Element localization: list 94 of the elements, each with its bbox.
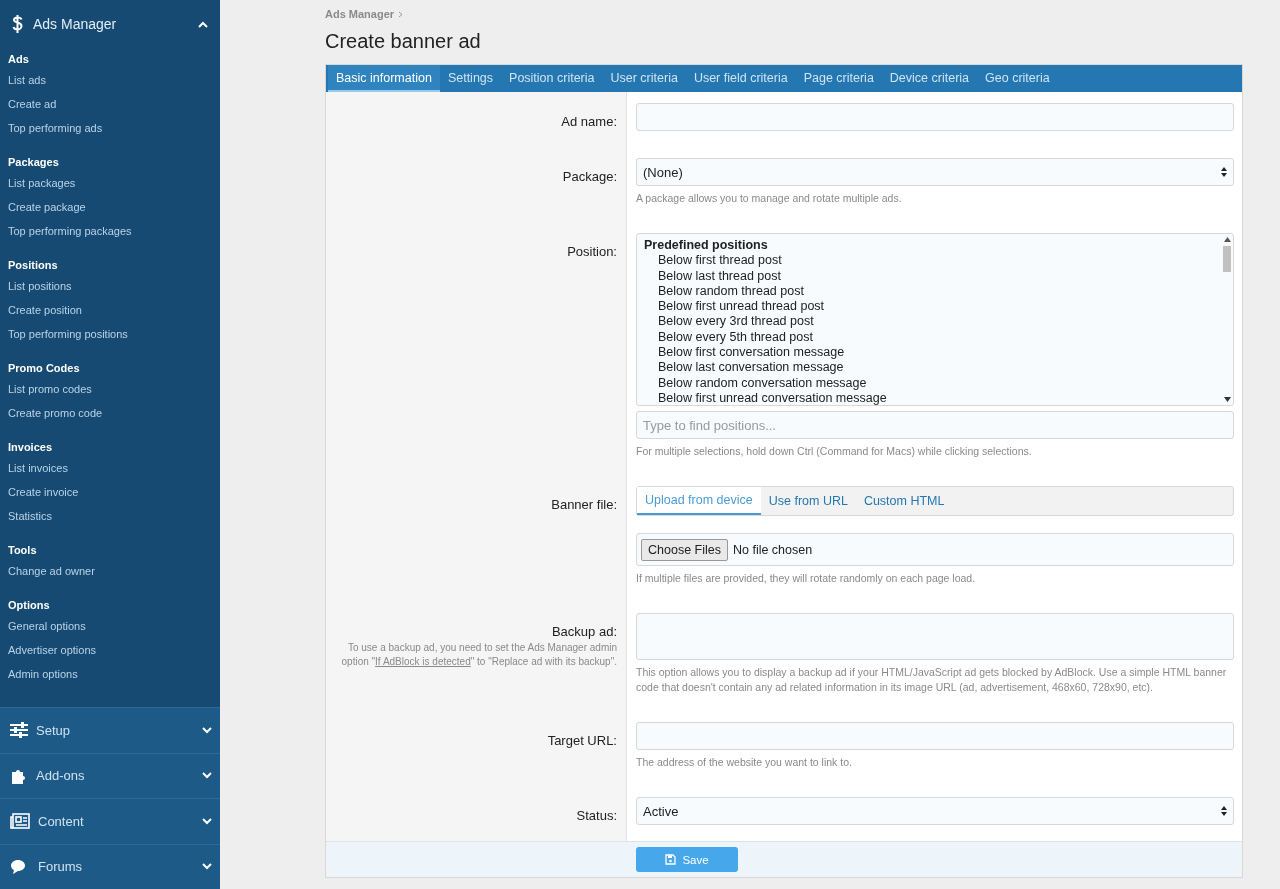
field-label: Banner file: xyxy=(550,497,617,512)
chevron-icon xyxy=(202,817,212,825)
listbox-option[interactable]: Below random conversation message xyxy=(644,375,1214,391)
listbox-option[interactable]: Below every 5th thread post xyxy=(644,329,1214,346)
sidebar-group-title: Tools xyxy=(7,543,38,558)
field-label: Ad name: xyxy=(560,114,617,129)
page-title: Create banner ad xyxy=(325,30,482,54)
listbox-option[interactable]: Below last conversation message xyxy=(644,360,1214,376)
field-label: Package: xyxy=(561,169,617,184)
scroll-up-icon[interactable] xyxy=(1223,237,1231,242)
tab[interactable]: Page criteria xyxy=(795,65,882,92)
listbox-option[interactable]: Below first unread thread post xyxy=(644,299,1214,315)
tab[interactable]: User criteria xyxy=(602,65,686,92)
newspaper-icon xyxy=(10,813,30,830)
sidebar-group-title: Positions xyxy=(7,258,59,273)
choose-files-button[interactable]: Choose Files xyxy=(641,538,728,561)
listbox-option[interactable]: Below last thread post xyxy=(644,268,1214,284)
sidebar-item[interactable]: Change ad owner xyxy=(0,560,220,584)
sidebar-item[interactable]: List packages xyxy=(0,172,220,196)
textarea-field[interactable] xyxy=(636,613,1234,660)
tab[interactable]: Geo criteria xyxy=(977,65,1058,92)
sidebar-item[interactable]: Create ad xyxy=(0,93,220,117)
text-field[interactable] xyxy=(636,722,1234,750)
field-hint: For multiple selections, hold down Ctrl (Command for Macs) while clicking selections. xyxy=(636,444,1033,459)
listbox-option[interactable]: Below random thread post xyxy=(644,283,1214,300)
field-hint: The address of the website you want to link to. xyxy=(636,755,853,770)
chevron-right-icon xyxy=(398,11,404,18)
sidebar-header[interactable]: Ads Manager xyxy=(0,0,220,48)
file-status: No file chosen xyxy=(732,542,813,557)
chevron-icon xyxy=(202,772,212,780)
tab[interactable]: Position criteria xyxy=(501,65,603,92)
sidebar-section[interactable]: Content xyxy=(0,798,220,844)
sidebar-item[interactable]: Create position xyxy=(0,299,220,323)
sidebar-group-title: Invoices xyxy=(7,440,54,455)
file-field[interactable]: Choose Files No file chosen xyxy=(636,533,1234,566)
select-field[interactable]: Active xyxy=(636,797,1234,825)
sidebar-group-title: Options xyxy=(7,598,51,613)
field-label: Target URL: xyxy=(546,733,617,748)
sidebar-group-title: Ads xyxy=(7,52,30,67)
sidebar-item[interactable]: Create package xyxy=(0,196,220,220)
puzzle-icon xyxy=(10,767,28,784)
text-field[interactable] xyxy=(636,103,1234,131)
sidebar-item[interactable]: Top performing packages xyxy=(0,220,220,244)
select-field[interactable]: (None) xyxy=(636,158,1234,186)
source-tab[interactable]: Use from URL xyxy=(760,487,856,515)
sidebar-item[interactable]: Admin options xyxy=(0,663,220,687)
sidebar-section[interactable]: Setup xyxy=(0,707,220,753)
sidebar-group-title: Promo Codes xyxy=(7,361,81,376)
chevron-icon xyxy=(202,726,212,734)
sidebar-item[interactable]: List ads xyxy=(0,69,220,93)
field-hint: If multiple files are provided, they will rotate randomly on each page load. xyxy=(636,571,977,586)
sliders-icon xyxy=(10,722,28,739)
source-tab[interactable]: Custom HTML xyxy=(855,487,953,515)
sidebar-item[interactable]: Top performing ads xyxy=(0,117,220,141)
field-label: Position: xyxy=(566,244,617,259)
source-tab[interactable]: Upload from device xyxy=(637,487,761,515)
field-hint: This option allows you to display a backup ad if your HTML/JavaScript ad gets blocked by AdBlock. Use a simple HTML banner code that doesn't contain any ad related information in its image URL (ad, advertisement, 468x60, 728x90, etc). xyxy=(636,665,1228,695)
listbox-option[interactable]: Below every 3rd thread post xyxy=(644,314,1214,330)
listbox-option[interactable]: Below first unread conversation message xyxy=(644,390,1214,405)
sidebar-section[interactable]: Add-ons xyxy=(0,752,220,798)
sort-arrows-icon xyxy=(1221,806,1227,816)
sidebar-item[interactable]: List promo codes xyxy=(0,378,220,402)
option-group-label: Predefined positions xyxy=(644,238,768,252)
listbox-option[interactable]: Below first thread post xyxy=(644,253,1214,269)
sidebar-item[interactable]: Advertiser options xyxy=(0,639,220,663)
sidebar-item[interactable]: General options xyxy=(0,615,220,639)
sidebar-item[interactable]: Top performing positions xyxy=(0,323,220,347)
adblock-link[interactable]: If AdBlock is detected xyxy=(375,656,471,667)
sidebar-item[interactable]: Create promo code xyxy=(0,402,220,426)
dollar-icon xyxy=(12,15,23,33)
sidebar-item[interactable]: Create invoice xyxy=(0,481,220,505)
chevron-icon xyxy=(198,20,208,28)
tab[interactable]: Settings xyxy=(439,65,502,92)
tab[interactable]: User field criteria xyxy=(685,65,796,92)
sidebar-item[interactable]: List invoices xyxy=(0,457,220,481)
chevron-icon xyxy=(202,863,212,871)
field-explain: To use a backup ad, you need to set the Ads Manager admin option "If AdBlock is detected" to "Replace ad with its backup". xyxy=(340,641,617,669)
floppy-icon xyxy=(665,854,677,865)
sort-arrows-icon xyxy=(1221,167,1227,177)
tab[interactable]: Basic information xyxy=(328,65,440,92)
search-field[interactable]: Type to find positions... xyxy=(636,411,1234,439)
field-label: Backup ad: xyxy=(550,624,617,639)
sidebar-group-title: Packages xyxy=(7,155,60,170)
field-label: Status: xyxy=(575,808,617,823)
sidebar-section[interactable]: Forums xyxy=(0,843,220,889)
scrollbar-thumb[interactable] xyxy=(1223,246,1231,272)
field-hint: A package allows you to manage and rotate multiple ads. xyxy=(636,191,903,206)
sidebar-item[interactable]: Statistics xyxy=(0,505,220,529)
scroll-down-icon[interactable] xyxy=(1223,397,1231,402)
tab[interactable]: Device criteria xyxy=(881,65,978,92)
position-listbox[interactable] xyxy=(636,233,1234,406)
scrollbar[interactable] xyxy=(1221,234,1233,405)
listbox-option[interactable]: Below first conversation message xyxy=(644,345,1214,361)
sidebar-item[interactable]: List positions xyxy=(0,275,220,299)
